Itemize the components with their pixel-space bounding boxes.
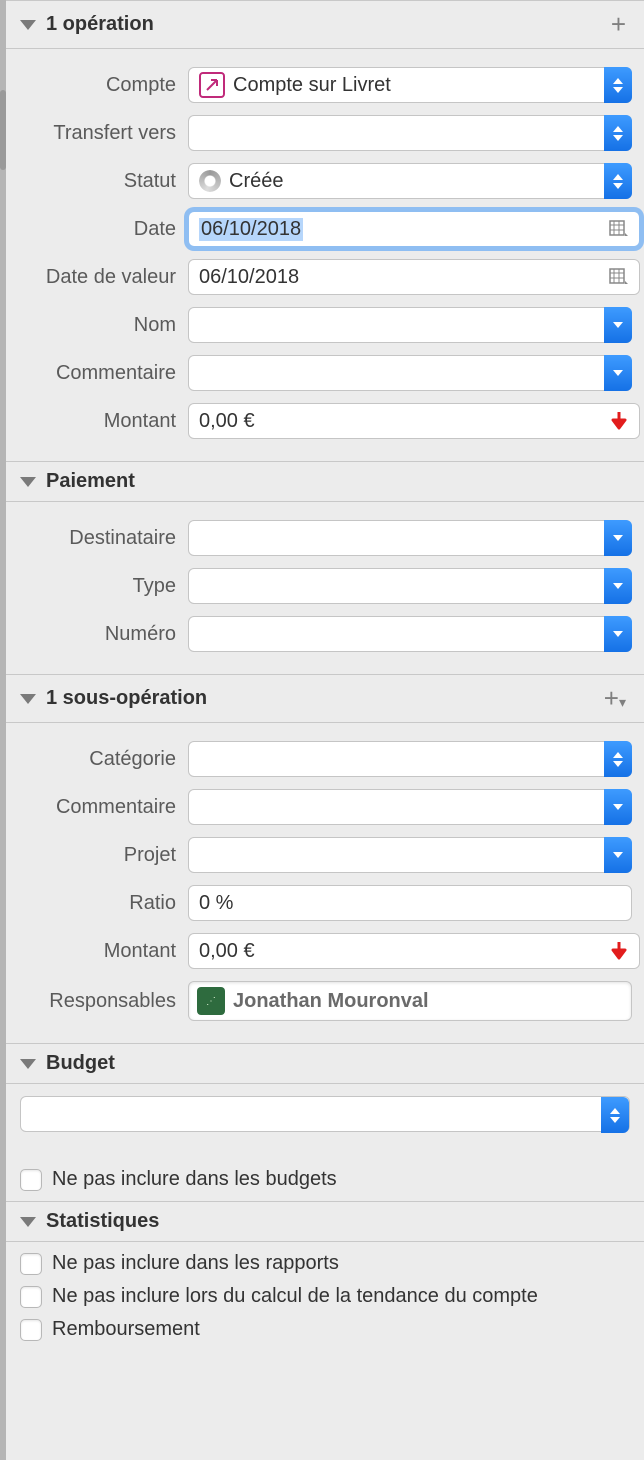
compte-stepper-icon[interactable] — [604, 67, 632, 103]
label-sous-montant: Montant — [18, 940, 188, 963]
section-title: Paiement — [46, 470, 630, 493]
amount-down-icon[interactable] — [610, 940, 632, 962]
label-commentaire: Commentaire — [18, 362, 188, 385]
projet-combobox[interactable] — [188, 837, 632, 873]
label-montant: Montant — [18, 410, 188, 433]
calendar-icon[interactable] — [606, 217, 632, 241]
remboursement-label: Remboursement — [52, 1318, 200, 1341]
exclude-trend-checkbox[interactable] — [20, 1286, 42, 1308]
add-operation-button[interactable]: + — [607, 9, 630, 40]
panel-resize-handle[interactable] — [0, 90, 6, 170]
type-dropdown-icon[interactable] — [604, 568, 632, 604]
avatar-icon: ⋰ — [197, 987, 225, 1015]
nom-dropdown-icon[interactable] — [604, 307, 632, 343]
statut-value: Créée — [229, 170, 283, 193]
sous-montant-value: 0,00 € — [199, 940, 255, 963]
account-icon — [199, 72, 225, 98]
disclosure-icon — [20, 477, 36, 487]
exclude-reports-checkbox[interactable] — [20, 1253, 42, 1275]
section-header-sous-operation[interactable]: 1 sous-opération +▾ — [6, 674, 644, 723]
categorie-select[interactable] — [188, 741, 632, 777]
montant-value: 0,00 € — [199, 410, 255, 433]
section-header-budget[interactable]: Budget — [6, 1043, 644, 1084]
destinataire-dropdown-icon[interactable] — [604, 520, 632, 556]
status-spinner-icon — [199, 170, 221, 192]
section-title: Budget — [46, 1052, 630, 1075]
label-compte: Compte — [18, 74, 188, 97]
categorie-stepper-icon[interactable] — [604, 741, 632, 777]
label-responsables: Responsables — [18, 990, 188, 1013]
statut-stepper-icon[interactable] — [604, 163, 632, 199]
commentaire-dropdown-icon[interactable] — [604, 355, 632, 391]
budget-stepper-icon[interactable] — [601, 1097, 629, 1133]
exclude-trend-label: Ne pas inclure lors du calcul de la tend… — [52, 1285, 538, 1308]
sous-montant-input[interactable]: 0,00 € — [188, 933, 640, 969]
label-ratio: Ratio — [18, 892, 188, 915]
label-date: Date — [18, 218, 188, 241]
numero-dropdown-icon[interactable] — [604, 616, 632, 652]
responsable-name: Jonathan Mouronval — [233, 990, 429, 1013]
label-numero: Numéro — [18, 623, 188, 646]
date-valeur-input[interactable]: 06/10/2018 — [188, 259, 640, 295]
section-header-stats[interactable]: Statistiques — [6, 1201, 644, 1242]
calendar-icon[interactable] — [606, 265, 632, 289]
section-title: Statistiques — [46, 1210, 630, 1233]
montant-input[interactable]: 0,00 € — [188, 403, 640, 439]
nom-combobox[interactable] — [188, 307, 632, 343]
label-statut: Statut — [18, 170, 188, 193]
section-header-operation[interactable]: 1 opération + — [6, 0, 644, 49]
label-date-valeur: Date de valeur — [18, 266, 188, 289]
section-header-paiement[interactable]: Paiement — [6, 461, 644, 502]
label-transfert: Transfert vers — [18, 122, 188, 145]
label-sous-commentaire: Commentaire — [18, 796, 188, 819]
sous-commentaire-dropdown-icon[interactable] — [604, 789, 632, 825]
remboursement-checkbox[interactable] — [20, 1319, 42, 1341]
destinataire-combobox[interactable] — [188, 520, 632, 556]
disclosure-icon — [20, 694, 36, 704]
budget-select[interactable] — [20, 1096, 630, 1132]
label-nom: Nom — [18, 314, 188, 337]
disclosure-icon — [20, 1059, 36, 1069]
date-valeur-value: 06/10/2018 — [199, 266, 299, 289]
commentaire-combobox[interactable] — [188, 355, 632, 391]
date-value: 06/10/2018 — [199, 218, 303, 241]
transfert-stepper-icon[interactable] — [604, 115, 632, 151]
section-title: 1 sous-opération — [46, 687, 600, 710]
statut-select[interactable]: Créée — [188, 163, 632, 199]
section-title: 1 opération — [46, 13, 607, 36]
add-sous-operation-button[interactable]: +▾ — [600, 683, 630, 714]
ratio-value: 0 % — [199, 892, 233, 915]
type-combobox[interactable] — [188, 568, 632, 604]
exclude-budget-checkbox[interactable] — [20, 1169, 42, 1191]
compte-select[interactable]: Compte sur Livret — [188, 67, 632, 103]
disclosure-icon — [20, 1217, 36, 1227]
exclude-budget-label: Ne pas inclure dans les budgets — [52, 1168, 337, 1191]
compte-value: Compte sur Livret — [233, 74, 391, 97]
disclosure-icon — [20, 20, 36, 30]
label-destinataire: Destinataire — [18, 527, 188, 550]
sous-commentaire-combobox[interactable] — [188, 789, 632, 825]
date-input[interactable]: 06/10/2018 — [188, 211, 640, 247]
label-type: Type — [18, 575, 188, 598]
numero-combobox[interactable] — [188, 616, 632, 652]
responsables-field[interactable]: ⋰ Jonathan Mouronval — [188, 981, 632, 1021]
label-categorie: Catégorie — [18, 748, 188, 771]
amount-down-icon[interactable] — [610, 410, 632, 432]
exclude-reports-label: Ne pas inclure dans les rapports — [52, 1252, 339, 1275]
projet-dropdown-icon[interactable] — [604, 837, 632, 873]
transfert-select[interactable] — [188, 115, 632, 151]
label-projet: Projet — [18, 844, 188, 867]
ratio-input[interactable]: 0 % — [188, 885, 632, 921]
